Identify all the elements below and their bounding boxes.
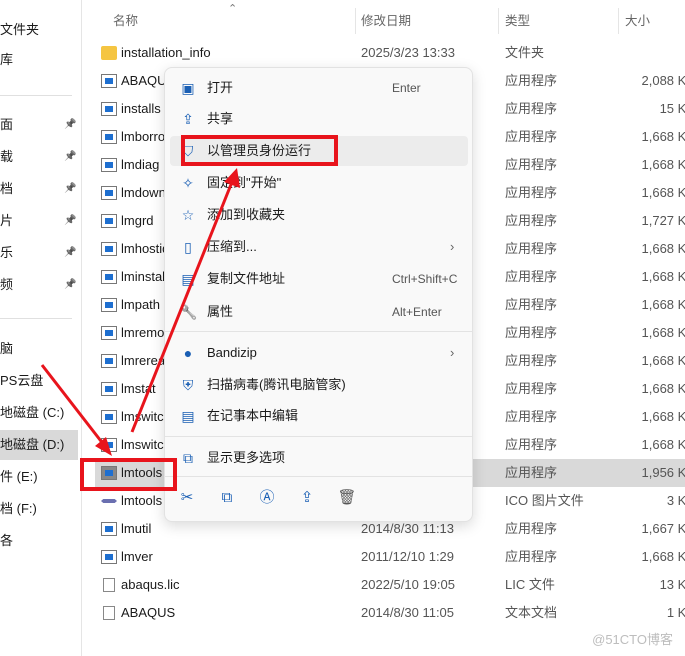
annotation-arrows bbox=[40, 168, 240, 456]
arrow-to-run-as-admin bbox=[130, 168, 240, 433]
watermark: @51CTO博客 bbox=[592, 632, 673, 647]
arrow-to-lmtools bbox=[40, 364, 112, 456]
